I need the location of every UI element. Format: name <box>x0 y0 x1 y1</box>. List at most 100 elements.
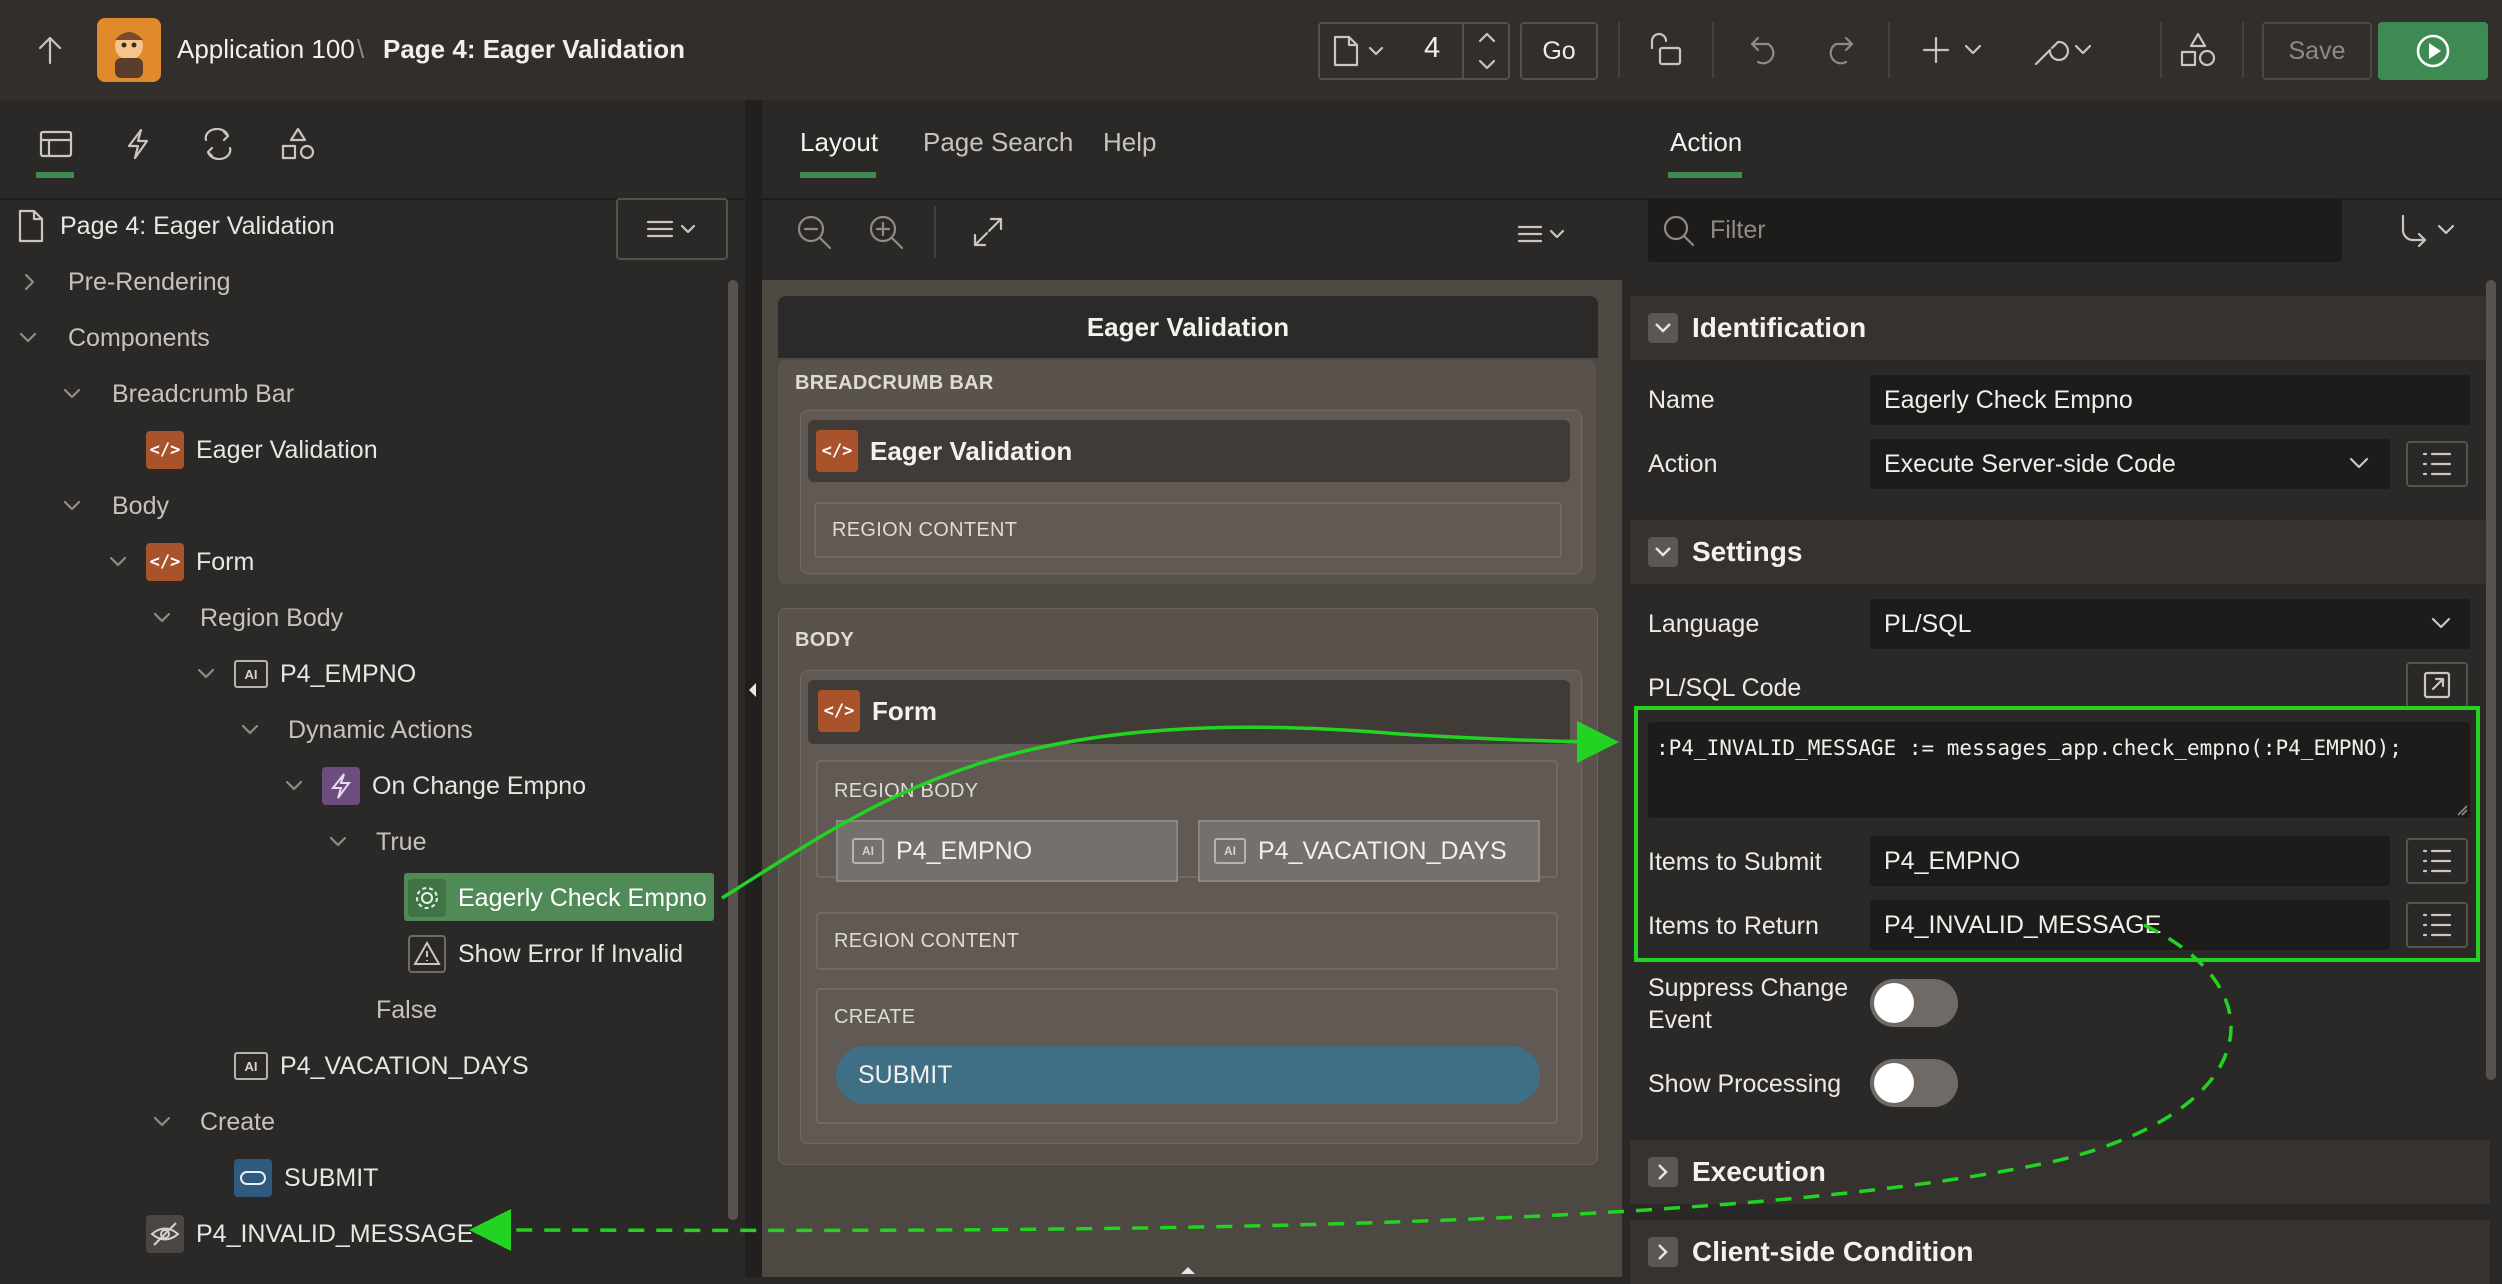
tree-node-eager-validation[interactable]: </> Eager Validation <box>146 428 378 472</box>
unlock-icon[interactable] <box>1644 28 1688 72</box>
utilities-menu-button[interactable] <box>2030 28 2100 72</box>
tree-node-breadcrumb-bar[interactable]: Breadcrumb Bar <box>112 372 294 416</box>
tree-node-true[interactable]: True <box>376 820 426 864</box>
tree-node-submit[interactable]: SUBMIT <box>234 1156 378 1200</box>
dynamic-actions-tab-icon[interactable] <box>118 124 158 164</box>
identification-section-header[interactable]: Identification <box>1630 296 2490 360</box>
chevron-down-icon[interactable] <box>328 832 348 852</box>
tree-node-create[interactable]: Create <box>200 1100 275 1144</box>
expand-icon[interactable] <box>966 210 1010 254</box>
show-processing-toggle[interactable] <box>1870 1059 1958 1107</box>
tree-node-form[interactable]: </> Form <box>146 540 254 584</box>
code-region-icon: </> <box>816 430 858 472</box>
zoom-in-icon[interactable] <box>864 210 908 254</box>
tree-node-body[interactable]: Body <box>112 484 169 528</box>
divider <box>1888 22 1890 78</box>
undo-icon[interactable] <box>1744 28 1788 72</box>
page-title: Page 4: Eager Validation <box>383 34 685 64</box>
chevron-up-icon[interactable] <box>1468 24 1506 50</box>
go-button[interactable]: Go <box>1520 22 1598 80</box>
tab-help[interactable]: Help <box>1103 127 1156 158</box>
page-node[interactable]: Page 4: Eager Validation <box>14 204 335 248</box>
list-icon[interactable] <box>2406 441 2468 487</box>
expand-icon <box>1648 1237 1678 1267</box>
chevron-down-icon[interactable] <box>284 776 304 796</box>
create-label: CREATE <box>834 1006 916 1028</box>
shared-components-icon[interactable] <box>2176 28 2220 72</box>
chevron-down-icon[interactable] <box>62 384 82 404</box>
suppress-change-label-line1: Suppress Change <box>1648 974 1849 1002</box>
submit-button[interactable]: SUBMIT <box>836 1046 1540 1104</box>
item-p4-empno[interactable]: AI P4_EMPNO <box>836 820 1178 882</box>
chevron-down-icon[interactable] <box>18 328 38 348</box>
tree-label: P4_INVALID_MESSAGE <box>196 1220 474 1248</box>
tab-action[interactable]: Action <box>1670 127 1742 158</box>
tree-scrollbar[interactable] <box>728 280 738 1220</box>
tree-node-components[interactable]: Components <box>68 316 210 360</box>
chevron-down-icon[interactable] <box>1468 52 1506 78</box>
text-field-icon: AI <box>852 838 884 864</box>
save-button[interactable]: Save <box>2262 22 2372 80</box>
item-p4-vacation-days[interactable]: AI P4_VACATION_DAYS <box>1198 820 1540 882</box>
hidden-item-icon <box>146 1215 184 1253</box>
chevron-right-icon[interactable] <box>20 272 40 292</box>
create-menu-button[interactable] <box>1920 28 1990 72</box>
go-to-group-button[interactable] <box>2390 206 2470 254</box>
app-name-link[interactable]: Application 100 <box>177 34 355 65</box>
tree-node-eagerly-check-empno[interactable]: Eagerly Check Empno <box>408 876 707 920</box>
tree-node-dynamic-actions[interactable]: Dynamic Actions <box>288 708 473 752</box>
chevron-down-icon <box>2349 457 2369 469</box>
gear-icon <box>408 879 446 917</box>
tab-layout[interactable]: Layout <box>800 127 878 158</box>
app-icon[interactable] <box>97 18 161 82</box>
text-field-icon: AI <box>234 660 268 688</box>
property-scrollbar[interactable] <box>2486 280 2496 1080</box>
page-number-input[interactable]: 4 <box>1424 32 1440 65</box>
tree-label: P4_EMPNO <box>280 660 417 688</box>
processing-tab-icon[interactable] <box>196 124 240 164</box>
tree-node-p4-invalid-message[interactable]: P4_INVALID_MESSAGE <box>146 1212 473 1256</box>
tree-node-p4-vacation-days[interactable]: AI P4_VACATION_DAYS <box>234 1044 529 1088</box>
tree-node-false[interactable]: False <box>376 988 437 1032</box>
tree-node-pre-rendering[interactable]: Pre-Rendering <box>68 260 231 304</box>
chevron-down-icon[interactable] <box>108 552 128 572</box>
name-label: Name <box>1648 386 1715 414</box>
collapse-left-icon[interactable] <box>746 680 760 700</box>
open-code-editor-icon[interactable] <box>2406 662 2468 708</box>
suppress-change-toggle[interactable] <box>1870 979 1958 1027</box>
name-input[interactable]: Eagerly Check Empno <box>1870 375 2470 425</box>
up-arrow-icon[interactable] <box>30 30 70 70</box>
run-page-button[interactable] <box>2378 22 2488 80</box>
chevron-down-icon[interactable] <box>62 496 82 516</box>
tree-node-region-body[interactable]: Region Body <box>200 596 343 640</box>
tree-node-on-change-empno[interactable]: On Change Empno <box>322 764 586 808</box>
action-select[interactable]: Execute Server-side Code <box>1870 439 2390 489</box>
tab-page-search[interactable]: Page Search <box>923 127 1073 158</box>
zoom-out-icon[interactable] <box>792 210 836 254</box>
action-select-value: Execute Server-side Code <box>1884 449 2176 478</box>
execution-section-header[interactable]: Execution <box>1630 1140 2490 1204</box>
tree-node-show-error[interactable]: Show Error If Invalid <box>408 932 683 976</box>
code-region-icon: </> <box>818 690 860 732</box>
chevron-down-icon[interactable] <box>152 1112 172 1132</box>
layout-menu-button[interactable] <box>1508 214 1578 254</box>
rendering-tab-icon[interactable] <box>36 124 76 164</box>
language-select[interactable]: PL/SQL <box>1870 599 2470 649</box>
shared-components-tab-icon[interactable] <box>276 124 320 164</box>
tree-node-p4-empno[interactable]: AI P4_EMPNO <box>234 652 416 696</box>
client-side-condition-section-header[interactable]: Client-side Condition <box>1630 1220 2490 1284</box>
filter-input[interactable]: Filter <box>1648 198 2342 262</box>
chevron-down-icon[interactable] <box>152 608 172 628</box>
tree-menu-button[interactable] <box>616 198 728 260</box>
settings-section-header[interactable]: Settings <box>1630 520 2490 584</box>
tree-label: Form <box>196 548 255 576</box>
chevron-down-icon[interactable] <box>196 664 216 684</box>
redo-icon[interactable] <box>1816 28 1860 72</box>
section-title: Settings <box>1692 536 1803 567</box>
filter-placeholder: Filter <box>1710 216 1766 244</box>
tree-label: Show Error If Invalid <box>458 940 684 968</box>
page-header-bar: Eager Validation <box>778 296 1598 358</box>
chevron-down-icon[interactable] <box>240 720 260 740</box>
page-type-dropdown[interactable] <box>1330 34 1390 68</box>
collapse-bottom-icon[interactable] <box>1178 1264 1198 1276</box>
